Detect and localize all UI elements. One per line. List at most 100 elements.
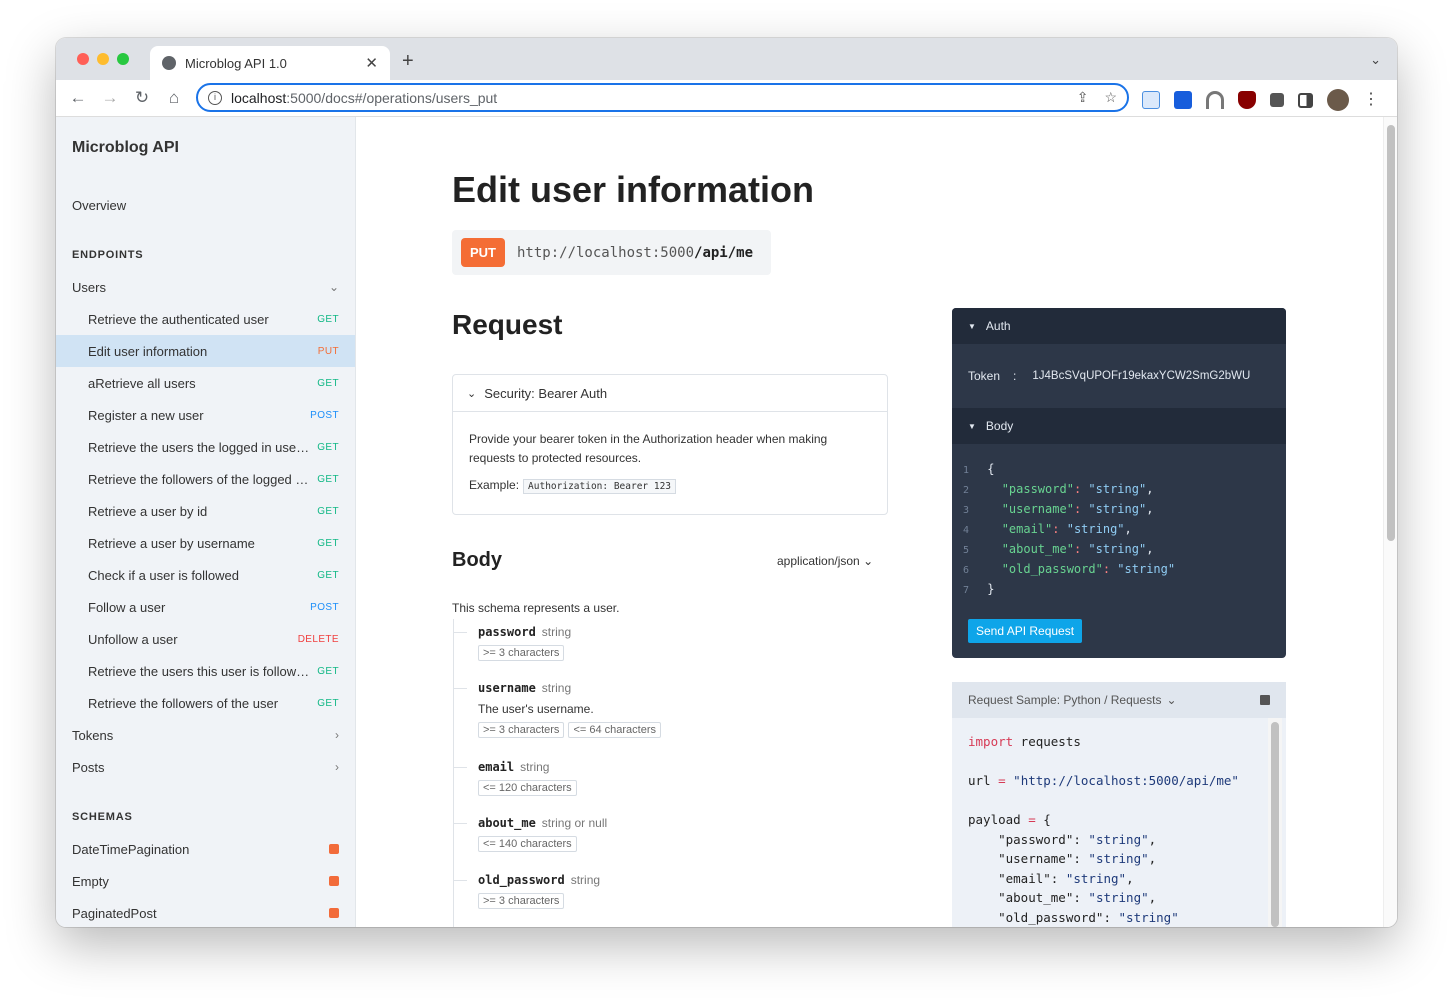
copy-icon[interactable] [1260,695,1270,705]
sidebar: Microblog API Overview ENDPOINTS Users ⌄ … [56,117,356,927]
sidebar-item-label: DateTimePagination [72,841,190,857]
field-name: email [478,760,515,774]
content-type-select[interactable]: application/json ⌄ [777,554,873,568]
tab-search-chevron-icon[interactable]: ⌄ [1370,52,1381,68]
url-host: localhost [231,89,287,106]
schema-field: username string The user's username. >= 3 c… [453,681,661,738]
method-label: DELETE [297,633,339,645]
info-icon[interactable]: i [208,90,222,105]
menu-kebab-icon[interactable]: ⋮ [1363,91,1379,109]
star-icon[interactable]: ☆ [1104,89,1117,106]
sidebar-item-endpoint[interactable]: Register a new user POST [56,399,355,431]
field-name: password [478,625,536,639]
home-icon[interactable]: ⌂ [158,88,190,108]
body-editor[interactable]: 1 {2 "password": "string", 3 "username": … [952,444,1286,600]
sample-heading: Request Sample: Python / Requests [968,693,1162,707]
ublock-icon[interactable] [1238,91,1256,109]
send-api-request-button[interactable]: Send API Request [968,619,1083,643]
sample-language-select[interactable]: Request Sample: Python / Requests ⌄ [952,682,1286,718]
token-input[interactable]: 1J4BcSVqUPOFr19ekaxYCW2SmG2bWU [1032,370,1254,382]
method-label: PUT [317,345,339,357]
sidebar-item-endpoint[interactable]: Retrieve the followers of the user GET [56,687,355,719]
sidebar-item-endpoint[interactable]: Edit user information PUT [56,335,355,367]
json-key: "about_me" [1001,542,1074,556]
sidebar-title: Microblog API [72,139,179,156]
sidebar-item-endpoint[interactable]: Retrieve a user by username GET [56,527,355,559]
back-icon[interactable]: ← [62,88,94,108]
json-key: "email" [1001,522,1053,536]
sidebar-item-schema[interactable]: DateTimePagination [56,833,355,865]
constraint-badge: <= 120 characters [478,780,577,796]
sidebar-item-label: Follow a user [88,599,166,615]
code-brace: { [987,462,995,476]
constraint-badge: >= 3 characters [478,645,565,661]
new-tab-button[interactable]: + [402,50,414,73]
security-toggle[interactable]: ⌄ Security: Bearer Auth [453,375,887,412]
body-heading: Body [452,549,502,571]
sidebar-item-endpoint[interactable]: Follow a user POST [56,591,355,623]
method-badge: PUT [461,238,505,267]
chevron-down-icon: ⌄ [467,387,477,400]
body-panel-heading: Body [985,419,1014,433]
sidebar-item-endpoint[interactable]: Check if a user is followed GET [56,559,355,591]
chevron-right-icon: › [335,728,339,742]
method-label: GET [317,441,339,453]
auth-toggle[interactable]: ▼ Auth [952,308,1286,344]
request-sample: Request Sample: Python / Requests ⌄ impor… [952,682,1286,927]
sidebar-item-endpoint[interactable]: aRetrieve all users GET [56,367,355,399]
close-window-button[interactable] [77,53,89,65]
address-bar[interactable]: i localhost:5000/docs#/operations/users_… [196,83,1129,112]
maximize-window-button[interactable] [117,53,129,65]
tab-bar: Microblog API 1.0 ✕ + ⌄ [56,38,1397,80]
side-panel-icon[interactable] [1298,92,1313,108]
extension-icon[interactable] [1142,91,1160,109]
chevron-down-icon: ⌄ [328,280,339,294]
sidebar-item-endpoint[interactable]: Retrieve the users the logged in user is… [56,431,355,463]
sidebar-item-endpoint[interactable]: Retrieve the authenticated user GET [56,303,355,335]
sidebar-item-label: Overview [72,197,127,213]
cube-icon [329,844,339,854]
sidebar-item-endpoint[interactable]: Retrieve the followers of the logged in … [56,463,355,495]
sidebar-item-label: Retrieve the authenticated user [88,311,269,327]
method-label: GET [317,569,339,581]
chevron-right-icon: › [335,760,339,774]
try-it-panel: ▼ Auth Token : 1J4BcSVqUPOFr19ekaxYCW2SmG… [952,308,1286,658]
sidebar-item-endpoint[interactable]: Unfollow a user DELETE [56,623,355,655]
main-content: Edit user information PUT http://localho… [356,117,1383,927]
bitwarden-icon[interactable] [1174,91,1192,109]
puzzle-icon[interactable] [1270,93,1284,107]
forward-icon[interactable]: → [94,88,126,108]
browser-tab[interactable]: Microblog API 1.0 ✕ [150,46,390,80]
security-panel: ⌄ Security: Bearer Auth Provide your bear… [452,374,888,515]
sidebar-group-posts[interactable]: Posts › [56,751,355,783]
sidebar-item-schema[interactable]: PaginatedPost [56,897,355,927]
field-type: string [570,873,601,887]
code-line: url = "http://localhost:5000/api/me" [968,773,1239,788]
json-value: "string" [1088,502,1147,516]
sidebar-item-overview[interactable]: Overview [56,189,355,221]
body-toggle[interactable]: ▼ Body [952,408,1286,444]
share-icon[interactable]: ⇪ [1077,89,1089,106]
arc-extension-icon[interactable] [1206,91,1224,109]
method-label: GET [317,665,339,677]
sample-scrollbar[interactable] [1268,718,1282,927]
sidebar-item-endpoint[interactable]: Retrieve a user by id GET [56,495,355,527]
sidebar-item-label: Check if a user is followed [88,567,240,583]
page-scrollbar[interactable] [1383,117,1397,927]
sidebar-item-endpoint[interactable]: Retrieve the users this user is followin… [56,655,355,687]
sidebar-item-label: Edit user information [88,343,208,359]
code-line: "email": "string", [968,870,1134,886]
avatar[interactable] [1327,89,1349,111]
sidebar-item-schema[interactable]: Empty [56,865,355,897]
line-number: 4 [962,525,970,536]
content-type-value: application/json [777,554,860,568]
sidebar-group-tokens[interactable]: Tokens › [56,719,355,751]
close-tab-icon[interactable]: ✕ [365,54,378,72]
json-value: "string" [1066,522,1125,536]
reload-icon[interactable]: ↻ [126,88,158,108]
sidebar-group-users[interactable]: Users ⌄ [56,271,355,303]
minimize-window-button[interactable] [97,53,109,65]
schema-field: password string >= 3 characters [453,625,571,661]
sidebar-item-label: Users [72,279,106,295]
